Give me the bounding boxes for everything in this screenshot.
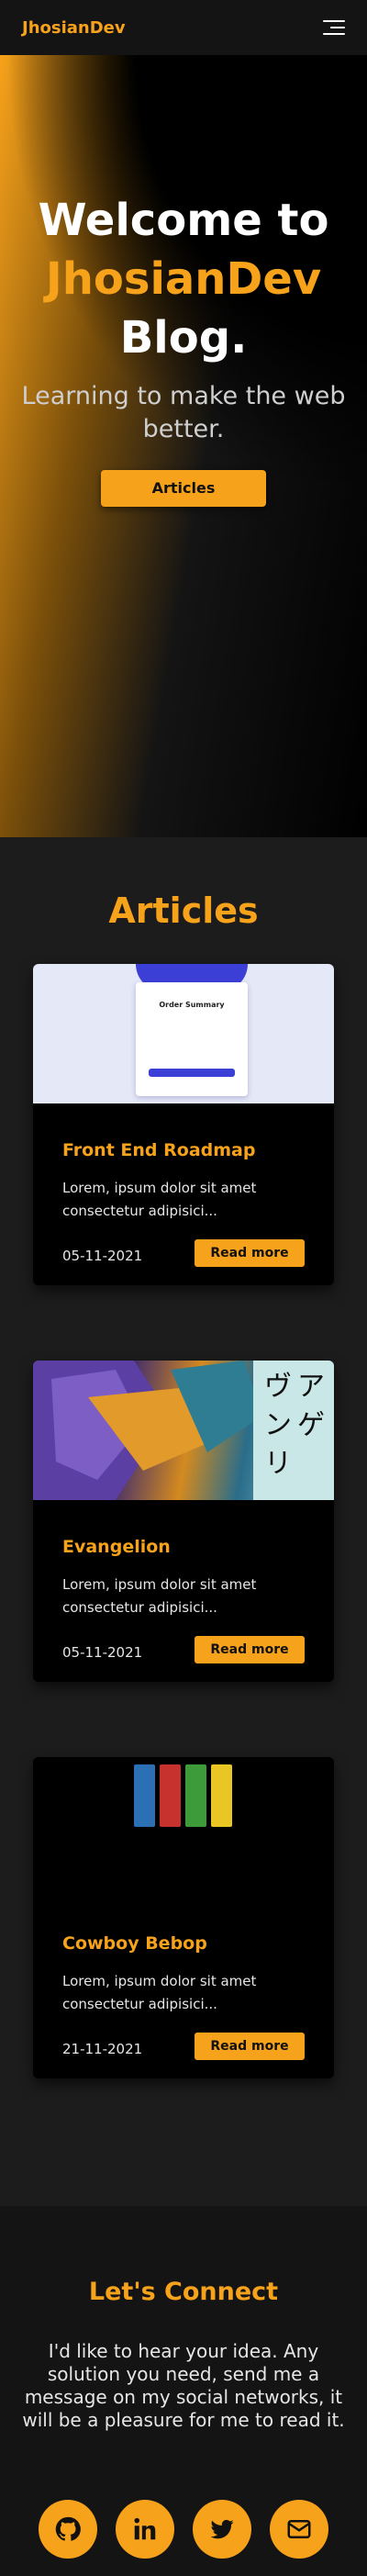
article-description: Lorem, ipsum dolor sit amet consectetur … [62, 1973, 257, 2012]
article-thumbnail: Order Summary [33, 964, 334, 1103]
svg-text:リ: リ [264, 1448, 292, 1480]
linkedin-icon[interactable] [116, 2500, 174, 2559]
articles-section: Articles Order Summary Front End Roadmap… [0, 837, 367, 2206]
connect-heading: Let's Connect [88, 2278, 279, 2306]
article-description: Lorem, ipsum dolor sit amet consectetur … [62, 1576, 257, 1616]
svg-text:ゲ: ゲ [297, 1409, 325, 1441]
site-header: JhosianDev [0, 0, 367, 55]
evangelion-art: ヴ ア ン ゲ リ [33, 1361, 334, 1500]
article-date: 21-11-2021 [62, 2041, 143, 2057]
menu-line [323, 20, 345, 22]
connect-section: Let's Connect I'd like to hear your idea… [0, 2206, 367, 2576]
svg-text:ヴ: ヴ [264, 1371, 292, 1403]
article-title[interactable]: Front End Roadmap [62, 1140, 255, 1160]
hero-title-line3: Blog. [119, 312, 248, 364]
article-card[interactable]: Order Summary Front End Roadmap Lorem, i… [33, 964, 334, 1285]
bebop-character-yellow [211, 1764, 232, 1827]
article-description: Lorem, ipsum dolor sit amet consectetur … [62, 1180, 257, 1219]
hero-content: Welcome to JhosianDev Blog. Learning to … [0, 191, 367, 507]
svg-text:ア: ア [297, 1371, 325, 1403]
social-links [0, 2500, 367, 2559]
article-thumbnail [33, 1757, 334, 1897]
article-date: 05-11-2021 [62, 1644, 143, 1661]
article-title[interactable]: Cowboy Bebop [62, 1933, 207, 1954]
article-title[interactable]: Evangelion [62, 1537, 171, 1557]
menu-line [330, 27, 345, 28]
bebop-character-blue [134, 1764, 155, 1827]
hero-subtitle: Learning to make the web better. [21, 382, 346, 443]
read-more-button[interactable]: Read more [195, 2033, 305, 2060]
articles-heading: Articles [108, 890, 259, 931]
hero-section: Welcome to JhosianDev Blog. Learning to … [0, 55, 367, 837]
read-more-button[interactable]: Read more [195, 1636, 305, 1663]
article-card[interactable]: Cowboy Bebop Lorem, ipsum dolor sit amet… [33, 1757, 334, 2078]
hero-title: Welcome to JhosianDev Blog. [0, 191, 367, 367]
articles-cta-button[interactable]: Articles [101, 470, 266, 507]
brand-logo[interactable]: JhosianDev [22, 18, 126, 38]
mail-icon[interactable] [270, 2500, 328, 2559]
hero-title-accent: JhosianDev [45, 253, 322, 305]
article-thumbnail: ヴ ア ン ゲ リ [33, 1361, 334, 1500]
twitter-icon[interactable] [193, 2500, 251, 2559]
menu-line [323, 33, 345, 35]
svg-text:ン: ン [264, 1409, 292, 1441]
article-date: 05-11-2021 [62, 1248, 143, 1264]
thumb-panel-title: Order Summary [159, 1001, 225, 1009]
article-card[interactable]: ヴ ア ン ゲ リ Evangelion Lorem, ipsum dolor … [33, 1361, 334, 1682]
bebop-character-green [185, 1764, 206, 1827]
thumb-order-panel: Order Summary [136, 982, 248, 1096]
thumb-panel-button [149, 1069, 235, 1077]
read-more-button[interactable]: Read more [195, 1239, 305, 1267]
bebop-character-red [160, 1764, 181, 1827]
hero-title-line1: Welcome to [38, 195, 329, 246]
connect-text: I'd like to hear your idea. Any solution… [22, 2340, 345, 2431]
github-icon[interactable] [39, 2500, 97, 2559]
hamburger-menu-icon[interactable] [321, 17, 345, 38]
